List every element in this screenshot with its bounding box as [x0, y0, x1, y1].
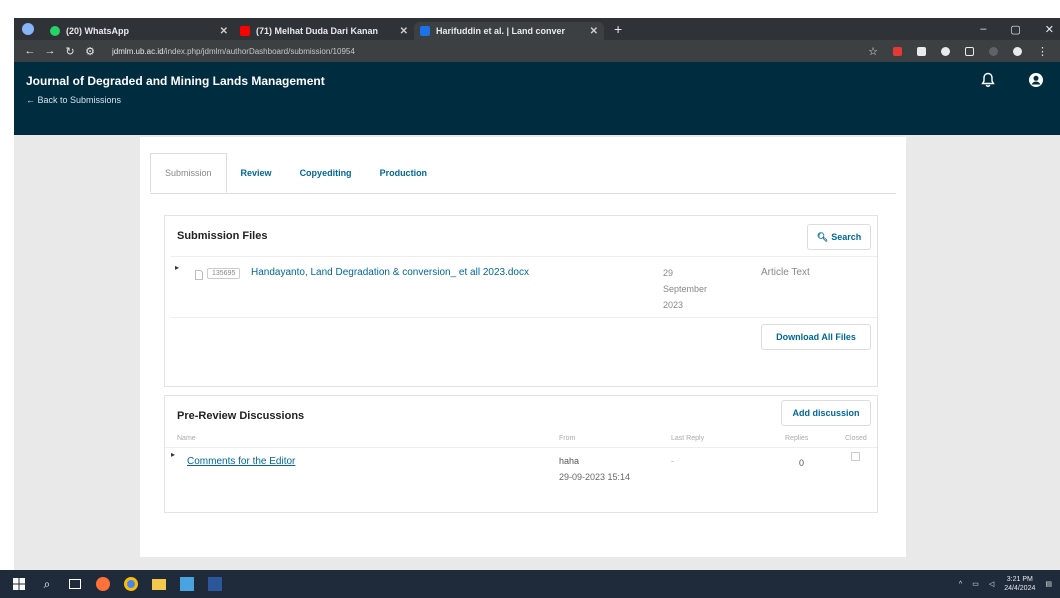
network-icon[interactable]: ▭	[972, 580, 979, 588]
extension-doc-icon[interactable]	[917, 46, 926, 56]
star-icon[interactable]: ☆	[868, 45, 878, 58]
document-icon	[195, 270, 203, 280]
extension-circle-icon[interactable]	[941, 46, 950, 56]
column-closed: Closed	[845, 435, 867, 442]
browser-tab-whatsapp[interactable]: (20) WhatsApp ✕	[44, 22, 234, 40]
notifications-bell-icon[interactable]	[980, 72, 996, 88]
account-icon[interactable]	[1013, 46, 1022, 56]
system-tray: ^ ▭ ◁ 3:21 PM 24/4/2024 ▤	[959, 575, 1060, 593]
task-view-icon[interactable]	[66, 575, 84, 593]
windows-start-icon[interactable]	[10, 575, 28, 593]
search-icon[interactable]: ⌕	[38, 575, 56, 593]
discussion-from-time: 29-09-2023 15:14	[559, 472, 631, 482]
browser-tab-bar: (20) WhatsApp ✕ (71) Melhat Duda Dari Ka…	[14, 18, 1060, 40]
clock-time: 3:21 PM	[1006, 576, 1033, 583]
site-info-icon[interactable]: ⚙	[82, 45, 98, 58]
column-last-reply: Last Reply	[671, 435, 705, 442]
url-field[interactable]: jdmlm.ub.ac.id/index.php/jdmlm/authorDas…	[112, 47, 542, 56]
tab-copyediting[interactable]: Copyediting	[286, 153, 366, 193]
file-name-link[interactable]: Handayanto, Land Degradation & conversio…	[251, 267, 529, 278]
file-date-month: September	[663, 284, 708, 294]
close-tab-icon[interactable]: ✕	[220, 26, 228, 37]
add-discussion-button[interactable]: Add discussion	[781, 400, 871, 426]
workflow-tabs: Submission Review Copyediting Production	[150, 153, 441, 193]
submission-files-panel: Submission Files 🔍︎ Search ▸ 135695 Hand…	[164, 215, 878, 387]
reload-icon[interactable]: ↻	[62, 45, 78, 58]
taskbar-clock[interactable]: 3:21 PM 24/4/2024	[1004, 575, 1035, 593]
address-bar: ← → ↻ ⚙ jdmlm.ub.ac.id/index.php/jdmlm/a…	[14, 40, 1060, 62]
new-tab-icon[interactable]: +	[614, 21, 622, 37]
maximize-icon[interactable]: ▢	[1010, 23, 1020, 36]
pre-review-discussions-panel: Pre-Review Discussions Add discussion Na…	[164, 395, 878, 513]
submission-page: Submission Review Copyediting Production…	[140, 137, 906, 557]
discussion-name-link[interactable]: Comments for the Editor	[187, 456, 295, 467]
profile-icon[interactable]	[989, 46, 998, 56]
tab-title: (71) Melhat Duda Dari Kanan	[256, 26, 379, 36]
extension-red-icon[interactable]	[893, 46, 902, 56]
file-type: Article Text	[761, 267, 810, 278]
column-replies: Replies	[785, 435, 809, 442]
back-arrow-icon[interactable]: ←	[22, 45, 38, 57]
forward-arrow-icon[interactable]: →	[42, 45, 58, 57]
browser-tab-youtube[interactable]: (71) Melhat Duda Dari Kanan ✕	[234, 22, 414, 40]
close-window-icon[interactable]: ✕	[1045, 23, 1054, 36]
window-controls: – ▢ ✕	[980, 23, 1060, 36]
column-name: Name	[177, 435, 196, 442]
file-explorer-icon[interactable]	[150, 575, 168, 593]
minimize-icon[interactable]: –	[980, 23, 986, 36]
discussion-replies: 0	[799, 458, 805, 468]
discussions-heading: Pre-Review Discussions	[177, 410, 305, 422]
clock-date: 24/4/2024	[1004, 585, 1036, 592]
windows-taskbar: ⌕ ^ ▭ ◁ 3:21 PM 24/4/2024 ▤	[0, 570, 1060, 598]
discussion-from: haha	[559, 456, 580, 466]
search-button[interactable]: 🔍︎ Search	[807, 224, 871, 250]
discussion-row: ▸ Comments for the Editor haha 29-09-202…	[165, 448, 877, 500]
photos-icon[interactable]	[178, 575, 196, 593]
file-date-year: 2023	[663, 300, 684, 310]
tray-chevron-icon[interactable]: ^	[959, 581, 962, 588]
youtube-icon	[240, 26, 250, 36]
submission-files-heading: Submission Files	[177, 230, 268, 242]
back-to-submissions-link[interactable]: ← Back to Submissions	[26, 95, 121, 105]
extensions-area: ☆ ⋮	[868, 45, 1052, 58]
notification-center-icon[interactable]: ▤	[1045, 580, 1052, 588]
file-date: 29 September 2023	[663, 265, 743, 313]
journal-title[interactable]: Journal of Degraded and Mining Lands Man…	[26, 74, 325, 88]
close-tab-icon[interactable]: ✕	[400, 26, 408, 37]
user-account-icon[interactable]	[1028, 72, 1044, 88]
url-host: jdmlm.ub.ac.id	[112, 46, 164, 56]
whatsapp-icon	[50, 26, 60, 36]
discussion-last-reply: -	[671, 456, 674, 466]
column-from: From	[559, 435, 576, 442]
expand-row-icon[interactable]: ▸	[175, 263, 179, 272]
browser-tab-active[interactable]: Harifuddin et al. | Land conver ✕	[414, 22, 604, 40]
tab-title: (20) WhatsApp	[66, 26, 129, 36]
file-id-badge: 135695	[207, 268, 241, 279]
volume-icon[interactable]: ◁	[989, 580, 994, 588]
tab-divider	[150, 193, 896, 194]
discussions-table-header: Name From Last Reply Replies Closed	[165, 432, 877, 448]
top-strip	[0, 0, 1060, 18]
expand-row-icon[interactable]: ▸	[171, 450, 175, 459]
search-icon: 🔍︎	[816, 231, 829, 242]
search-button-label: Search	[831, 232, 862, 242]
tab-production[interactable]: Production	[366, 153, 442, 193]
file-date-day: 29	[663, 268, 674, 278]
app-header: Journal of Degraded and Mining Lands Man…	[14, 62, 1060, 135]
firefox-icon[interactable]	[94, 575, 112, 593]
file-row: ▸ 135695 Handayanto, Land Degradation & …	[171, 256, 877, 318]
extensions-puzzle-icon[interactable]	[965, 46, 974, 56]
close-tab-icon[interactable]: ✕	[590, 26, 598, 37]
chrome-icon[interactable]	[122, 575, 140, 593]
tab-title: Harifuddin et al. | Land conver	[436, 26, 566, 36]
kebab-menu-icon[interactable]: ⋮	[1037, 45, 1048, 58]
site-favicon-icon	[420, 26, 430, 36]
tab-search-button[interactable]	[22, 23, 34, 35]
download-all-files-button[interactable]: Download All Files	[761, 324, 871, 350]
discussion-closed-checkbox[interactable]	[851, 452, 860, 461]
word-icon[interactable]	[206, 575, 224, 593]
tab-review[interactable]: Review	[227, 153, 286, 193]
tab-submission[interactable]: Submission	[150, 153, 227, 193]
url-path: /index.php/jdmlm/authorDashboard/submiss…	[163, 46, 355, 56]
